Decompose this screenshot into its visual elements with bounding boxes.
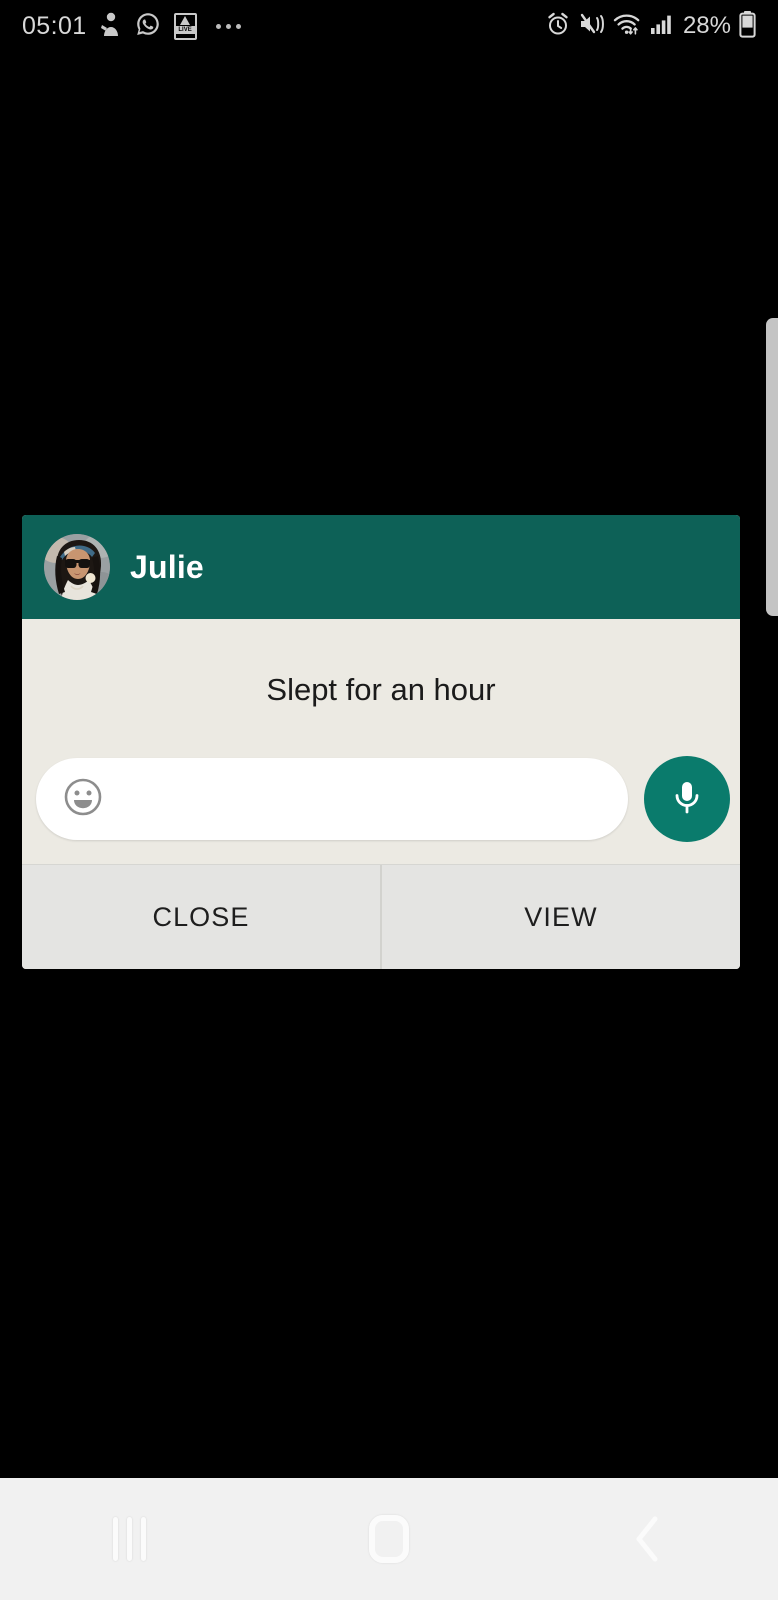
notification-message: Slept for an hour bbox=[266, 672, 496, 707]
avatar bbox=[44, 534, 110, 600]
close-button[interactable]: CLOSE bbox=[22, 865, 382, 970]
nav-back-button[interactable] bbox=[573, 1478, 723, 1600]
nav-home-button[interactable] bbox=[314, 1478, 464, 1600]
sound-vibrate-muted-icon bbox=[578, 11, 606, 42]
phone-screen: 05:01 LIVE 28% Julie Slept for an hour C… bbox=[0, 0, 778, 1600]
edge-scrollbar[interactable] bbox=[766, 318, 778, 616]
abp-triangle-icon bbox=[180, 15, 191, 25]
notification-sender-name: Julie bbox=[130, 548, 204, 585]
status-bar-left: 05:01 LIVE bbox=[22, 11, 241, 42]
abp-live-icon: LIVE bbox=[173, 12, 197, 40]
home-icon bbox=[368, 1515, 409, 1563]
status-bar-right: 28% bbox=[545, 10, 756, 43]
more-notifications-icon bbox=[215, 23, 241, 29]
battery-icon bbox=[739, 10, 756, 43]
cellular-signal-icon bbox=[650, 11, 674, 42]
notification-body: Slept for an hour bbox=[22, 619, 740, 865]
notification-card[interactable]: Julie Slept for an hour CLOSE VIEW bbox=[22, 515, 740, 970]
status-bar: 05:01 LIVE 28% bbox=[0, 0, 778, 52]
battery-percent-label: 28% bbox=[682, 12, 731, 39]
alarm-icon bbox=[545, 11, 571, 42]
mic-button[interactable] bbox=[644, 756, 730, 843]
microphone-icon bbox=[665, 775, 709, 824]
reply-input[interactable] bbox=[36, 758, 628, 841]
navigation-bar bbox=[0, 1478, 778, 1600]
notification-header[interactable]: Julie bbox=[22, 515, 740, 619]
whatsapp-icon bbox=[135, 11, 161, 42]
reply-row bbox=[22, 756, 740, 843]
back-chevron-icon bbox=[636, 1516, 658, 1562]
emoji-icon[interactable] bbox=[62, 776, 104, 823]
recents-icon bbox=[113, 1517, 147, 1561]
app-notification-icon bbox=[100, 11, 122, 42]
wifi-icon bbox=[613, 11, 643, 42]
notification-actions: CLOSE VIEW bbox=[22, 864, 740, 970]
status-clock: 05:01 bbox=[22, 11, 87, 40]
abp-live-label: LIVE bbox=[175, 25, 195, 34]
nav-recents-button[interactable] bbox=[55, 1478, 205, 1600]
view-button[interactable]: VIEW bbox=[382, 865, 740, 969]
